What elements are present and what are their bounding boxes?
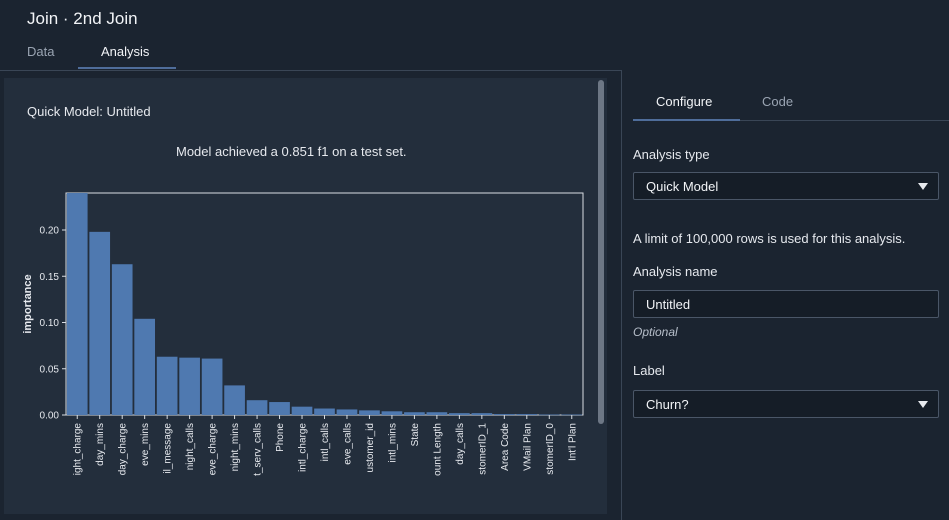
x-tick-label: stomerID_1 [477, 423, 488, 475]
bar [179, 357, 200, 415]
x-tick-label: day_mins [95, 423, 106, 466]
x-tick-label: State [410, 423, 421, 447]
bar [426, 412, 448, 415]
bar [493, 414, 515, 415]
x-tick-label: eve_calls [342, 423, 353, 465]
x-tick-label: stomerID_0 [545, 423, 556, 475]
bar [516, 414, 538, 415]
x-tick-label: Phone [275, 423, 286, 452]
x-tick-label: eve_charge [208, 423, 219, 476]
bar [66, 193, 88, 415]
analysis-name-hint: Optional [633, 325, 678, 339]
analysis-type-value: Quick Model [646, 179, 719, 194]
bar [381, 411, 403, 415]
tab-code[interactable]: Code [762, 94, 793, 109]
bar [111, 264, 133, 415]
y-tick-label: 0.15 [40, 272, 60, 283]
label-select-value: Churn? [646, 397, 689, 412]
analysis-name-input[interactable]: Untitled [633, 290, 939, 318]
analysis-name-value: Untitled [646, 297, 691, 312]
y-tick-label: 0.20 [40, 226, 60, 237]
analysis-type-label: Analysis type [633, 147, 710, 162]
y-axis-label: importance [22, 274, 34, 333]
bar [314, 408, 335, 415]
x-tick-label: il_message [163, 423, 174, 474]
bar [269, 402, 290, 415]
bar [471, 413, 493, 415]
x-tick-label: intl_mins [387, 423, 398, 462]
row-limit-note: A limit of 100,000 rows is used for this… [633, 231, 906, 246]
x-tick-label: ustomer_id [365, 423, 376, 472]
tab-configure[interactable]: Configure [656, 94, 712, 109]
x-tick-label: intl_calls [320, 423, 331, 461]
analysis-type-select[interactable]: Quick Model [633, 172, 939, 200]
x-tick-label: ight_charge [73, 423, 84, 476]
bar [404, 412, 425, 415]
y-tick-label: 0.00 [40, 411, 60, 422]
x-tick-label: eve_mins [140, 423, 151, 466]
label-field-label: Label [633, 363, 665, 378]
bar [89, 231, 111, 415]
x-tick-label: Area Code [500, 423, 511, 471]
chevron-down-icon [918, 183, 928, 190]
bar [134, 318, 156, 415]
x-tick-label: ount Length [432, 423, 443, 476]
bar [156, 356, 178, 415]
chevron-down-icon [918, 401, 928, 408]
x-tick-label: night_calls [185, 423, 196, 470]
analysis-name-label: Analysis name [633, 264, 718, 279]
label-select[interactable]: Churn? [633, 390, 939, 418]
x-tick-label: intl_charge [298, 423, 309, 472]
x-tick-label: Int'l Plan [567, 423, 578, 461]
x-tick-label: night_mins [230, 423, 241, 471]
y-tick-label: 0.05 [40, 364, 60, 375]
x-tick-label: day_calls [455, 423, 466, 465]
x-tick-label: t_serv_calls [253, 423, 264, 476]
x-tick-label: VMail Plan [522, 423, 533, 471]
bar [336, 409, 358, 415]
config-active-tab-indicator [633, 119, 740, 121]
x-tick-label: day_charge [118, 423, 129, 476]
y-tick-label: 0.10 [40, 318, 60, 329]
bar [291, 406, 313, 415]
bar [224, 385, 245, 415]
bar [449, 413, 470, 415]
bar [246, 400, 268, 415]
bar [201, 358, 223, 415]
bar [359, 410, 380, 415]
